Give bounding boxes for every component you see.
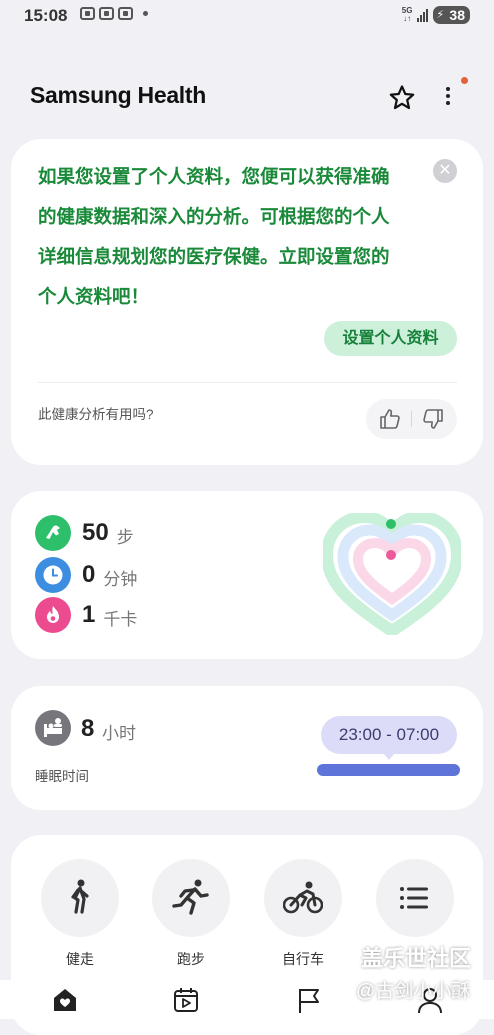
notification-icon xyxy=(80,7,95,20)
flame-icon xyxy=(35,597,71,633)
network-type: 5G ↓↑ xyxy=(401,6,413,23)
sleep-value: 8 xyxy=(81,715,95,742)
active-time-unit: 分钟 xyxy=(103,569,138,589)
sleep-range-bubble: 23:00 - 07:00 xyxy=(321,716,457,760)
notification-icon xyxy=(99,7,114,20)
workout-running[interactable]: 跑步 xyxy=(151,859,231,969)
workout-label: 自行车 xyxy=(282,951,324,967)
notification-badge xyxy=(461,77,468,84)
steps-icon xyxy=(35,515,71,551)
notification-icons xyxy=(80,7,148,20)
signal-icon xyxy=(417,8,429,22)
feedback-question: 此健康分析有用吗? xyxy=(38,407,154,422)
more-notifications-dot xyxy=(143,11,148,16)
app-title: Samsung Health xyxy=(30,82,207,108)
thumbs-down-icon[interactable] xyxy=(421,407,445,431)
calories-row: 1 千卡 xyxy=(35,597,137,633)
sleep-unit: 小时 xyxy=(102,724,136,743)
home-icon[interactable] xyxy=(51,986,79,1014)
bed-icon xyxy=(35,710,71,746)
setup-profile-button[interactable]: 设置个人资料 xyxy=(324,321,457,356)
walking-icon xyxy=(71,879,89,914)
calories-value: 1 xyxy=(82,601,96,628)
list-icon xyxy=(400,887,428,909)
calories-unit: 千卡 xyxy=(103,609,138,629)
insight-card: 如果您设置了个人资料，您便可以获得准确 的健康数据和深入的分析。可根据您的个人 … xyxy=(11,139,483,465)
clock-icon xyxy=(35,557,71,593)
together-icon[interactable] xyxy=(172,986,200,1014)
workout-walking[interactable]: 健走 xyxy=(40,859,120,969)
workout-cycling[interactable]: 自行车 xyxy=(263,859,343,969)
steps-value: 50 xyxy=(82,519,109,546)
workout-label: 健走 xyxy=(66,951,94,967)
favorite-star-icon[interactable] xyxy=(387,83,417,113)
feedback-buttons xyxy=(366,399,457,439)
steps-unit: 步 xyxy=(116,527,134,547)
watermark-author: @古剑小小酥 xyxy=(356,981,471,1002)
insight-message: 如果您设置了个人资料，您便可以获得准确 的健康数据和深入的分析。可根据您的个人 … xyxy=(38,166,390,307)
steps-row: 50 步 xyxy=(35,515,134,551)
status-time: 15:08 xyxy=(24,6,68,25)
thumbs-up-icon[interactable] xyxy=(378,407,402,431)
active-time-value: 0 xyxy=(82,561,96,588)
battery-icon: 38 xyxy=(433,6,470,24)
notification-icon xyxy=(118,7,133,20)
more-options-icon[interactable] xyxy=(440,84,456,110)
watermark-title: 盖乐世社区 xyxy=(361,946,472,971)
active-time-row: 0 分钟 xyxy=(35,557,137,593)
activity-card[interactable]: 50 步 0 分钟 1 千卡 xyxy=(11,491,483,659)
flag-icon[interactable] xyxy=(295,986,323,1014)
close-icon[interactable]: ✕ xyxy=(433,159,457,183)
running-icon xyxy=(172,879,209,915)
sleep-bar xyxy=(317,764,460,776)
sleep-label: 睡眠时间 xyxy=(35,769,89,784)
sleep-card[interactable]: 8 小时 睡眠时间 23:00 - 07:00 xyxy=(11,686,483,810)
cycling-icon xyxy=(283,881,323,914)
activity-heart-rings xyxy=(323,513,461,635)
status-bar: 15:08 5G↓↑ 38 xyxy=(0,0,494,32)
divider xyxy=(38,382,457,383)
workout-label: 跑步 xyxy=(177,951,205,967)
workout-more[interactable] xyxy=(375,859,455,949)
